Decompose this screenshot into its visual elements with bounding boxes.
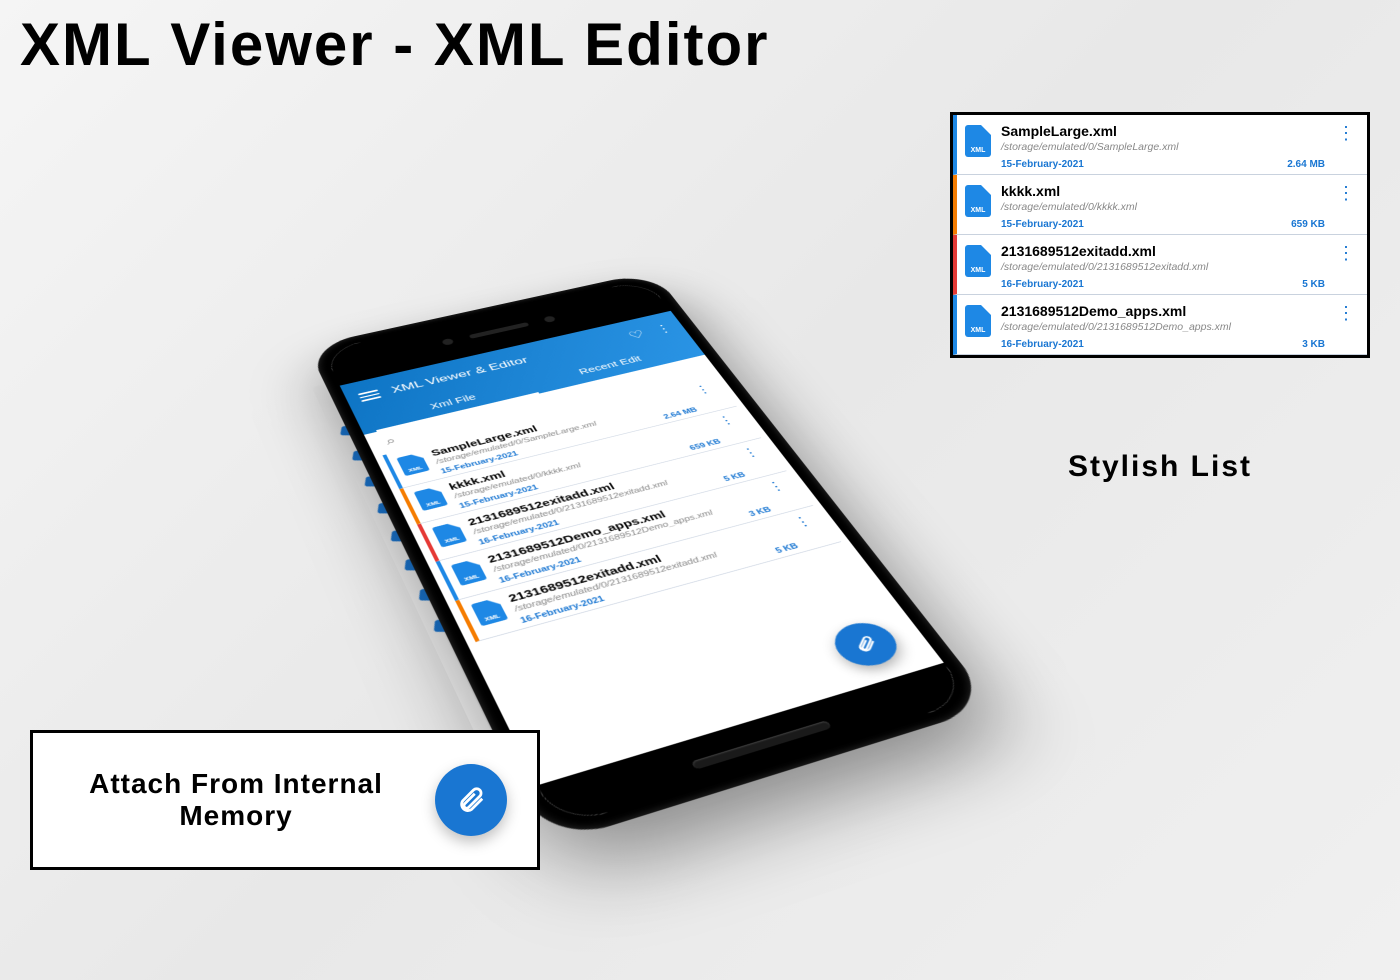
- xml-file-icon: [414, 486, 448, 511]
- page-title: XML Viewer - XML Editor: [20, 10, 769, 79]
- list-item[interactable]: SampleLarge.xml /storage/emulated/0/Samp…: [953, 115, 1367, 175]
- file-path: /storage/emulated/0/2131689512Demo_apps.…: [492, 496, 766, 574]
- stylish-list-panel: SampleLarge.xml /storage/emulated/0/Samp…: [950, 112, 1370, 358]
- file-name: 2131689512exitadd.xml: [506, 521, 786, 605]
- attach-callout: Attach From Internal Memory: [30, 730, 540, 870]
- xml-file-icon: [965, 305, 991, 337]
- file-size: 5 KB: [774, 543, 800, 556]
- file-path: /storage/emulated/0/2131689512Demo_apps.…: [1001, 321, 1325, 333]
- attach-callout-fab[interactable]: [435, 764, 507, 836]
- favorite-icon[interactable]: ♡: [625, 327, 648, 342]
- file-path: /storage/emulated/0/kkkk.xml: [1001, 201, 1325, 213]
- file-name: 2131689512exitadd.xml: [1001, 243, 1325, 259]
- file-path: /storage/emulated/0/SampleLarge.xml: [1001, 141, 1325, 153]
- file-date: 16-February-2021: [478, 519, 561, 546]
- paperclip-icon: [849, 633, 882, 655]
- phone-hardware-bottom: [537, 663, 972, 828]
- file-name: kkkk.xml: [1001, 183, 1325, 199]
- xml-file-icon: [965, 245, 991, 277]
- row-menu-icon[interactable]: ⋮: [1335, 123, 1355, 144]
- file-date: 16-February-2021: [1001, 279, 1084, 290]
- file-date: 15-February-2021: [1001, 219, 1084, 230]
- row-menu-icon[interactable]: ⋮: [713, 413, 738, 428]
- stylish-list-caption: Stylish List: [980, 450, 1340, 484]
- attach-callout-text: Attach From Internal Memory: [63, 768, 409, 832]
- xml-file-icon: [965, 185, 991, 217]
- file-date: 16-February-2021: [1001, 339, 1084, 350]
- file-name: 2131689512Demo_apps.xml: [1001, 303, 1325, 319]
- xml-file-icon: [451, 559, 487, 586]
- file-size: 3 KB: [748, 506, 773, 518]
- list-item[interactable]: 2131689512exitadd.xml /storage/emulated/…: [455, 506, 841, 643]
- row-menu-icon[interactable]: ⋮: [737, 445, 763, 461]
- file-size: 3 KB: [1302, 339, 1325, 350]
- paperclip-icon: [456, 785, 486, 815]
- list-item[interactable]: 2131689512exitadd.xml /storage/emulated/…: [953, 235, 1367, 295]
- row-menu-icon[interactable]: ⋮: [1335, 303, 1355, 324]
- xml-file-icon: [396, 452, 429, 476]
- file-date: 16-February-2021: [519, 595, 606, 625]
- row-menu-icon[interactable]: ⋮: [762, 478, 789, 495]
- row-menu-icon[interactable]: ⋮: [788, 513, 816, 531]
- xml-file-icon: [965, 125, 991, 157]
- list-item[interactable]: kkkk.xml /storage/emulated/0/kkkk.xml 15…: [953, 175, 1367, 235]
- row-menu-icon[interactable]: ⋮: [1335, 243, 1355, 264]
- row-menu-icon[interactable]: ⋮: [690, 383, 715, 398]
- row-menu-icon[interactable]: ⋮: [1335, 183, 1355, 204]
- file-date: 15-February-2021: [1001, 159, 1084, 170]
- overflow-menu-icon[interactable]: ⋮: [651, 321, 674, 336]
- xml-file-icon: [432, 521, 467, 547]
- file-size: 5 KB: [1302, 279, 1325, 290]
- menu-icon[interactable]: [358, 390, 382, 402]
- search-icon: ⌕: [383, 434, 398, 447]
- xml-file-icon: [471, 597, 509, 626]
- file-name: SampleLarge.xml: [1001, 123, 1325, 139]
- file-path: /storage/emulated/0/2131689512exitadd.xm…: [513, 531, 793, 613]
- file-size: 2.64 MB: [1287, 159, 1325, 170]
- list-item[interactable]: 2131689512Demo_apps.xml /storage/emulate…: [953, 295, 1367, 355]
- file-path: /storage/emulated/0/2131689512exitadd.xm…: [1001, 261, 1325, 273]
- file-date: 16-February-2021: [498, 556, 583, 585]
- attach-fab[interactable]: [824, 617, 907, 672]
- file-size: 659 KB: [1291, 219, 1325, 230]
